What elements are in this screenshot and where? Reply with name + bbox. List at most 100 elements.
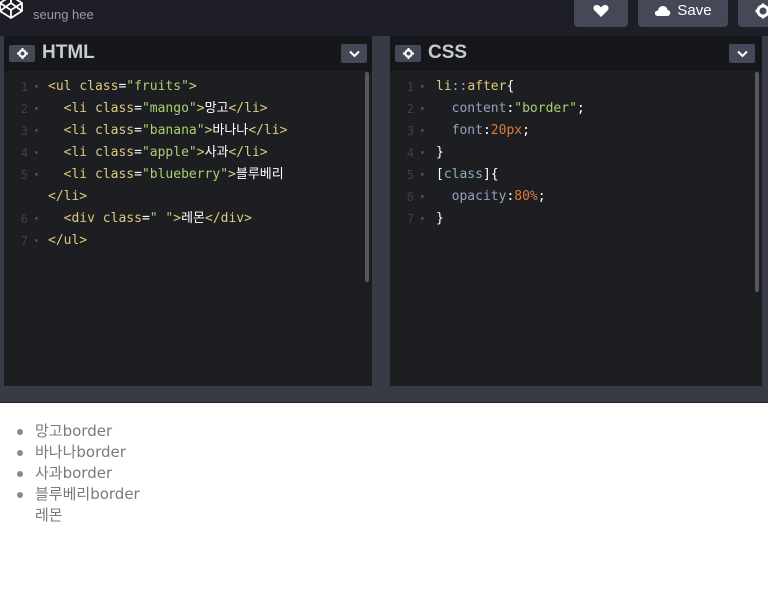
css-panel-title: CSS [428,42,468,63]
code-token: class [79,79,119,94]
line-number: 1 [406,80,414,94]
code-token: class [94,101,135,116]
code-line[interactable]: 3 ▾ font:20px; [390,120,762,142]
code-token: <div [63,211,103,226]
fold-arrow-icon[interactable]: ▾ [420,142,425,164]
code-token: "apple" [141,145,197,160]
code-token: > [196,145,205,160]
code-token: = [134,101,142,116]
code-line[interactable]: 7 ▾ </ul> [4,230,372,252]
code-token: "blueberry" [141,167,229,182]
chevron-down-icon [736,50,748,57]
code-token: 80% [514,189,538,204]
code-line[interactable]: 6 ▾ <div class=" ">레몬</div> [4,208,372,230]
code-token: = [134,145,142,160]
line-number: 5 [20,168,28,182]
html-panel-menu-button[interactable] [341,44,367,63]
code-token: <li [63,123,95,138]
code-token: </li> [248,123,288,138]
code-text: </li> [48,186,87,208]
fold-arrow-icon[interactable]: ▾ [34,142,39,164]
code-line[interactable]: 6 ▾ opacity:80%; [390,186,762,208]
save-button[interactable]: Save [638,0,728,27]
code-token: class [94,123,135,138]
fold-arrow-icon[interactable]: ▾ [420,98,425,120]
fold-arrow-icon[interactable]: ▾ [34,98,39,120]
code-line[interactable]: 1 ▾ <ul class="fruits"> [4,76,372,98]
fold-arrow-icon[interactable]: ▾ [34,208,39,230]
bullet-icon [17,429,23,435]
code-text: } [436,142,444,164]
css-editor-panel[interactable]: CSS 1 ▾ li::after{2 ▾ content:"border"; 3 ▾ f… [390,36,762,386]
code-line[interactable]: 2 ▾ content:"border"; [390,98,762,120]
code-token: 블루베리 [235,167,284,182]
code-line[interactable]: 5 ▾ <li class="blueberry">블루베리 [4,164,372,186]
gear-icon [755,3,768,18]
bullet-icon [17,492,23,498]
code-text: <li class="blueberry">블루베리 [48,164,284,186]
line-number: 6 [20,212,28,226]
code-token: : [482,123,491,138]
author-name[interactable]: seung hee [33,7,94,22]
code-line[interactable]: 4 ▾} [390,142,762,164]
fold-arrow-icon[interactable]: ▾ [420,120,425,142]
code-line[interactable]: 7 ▾} [390,208,762,230]
code-token: font [451,123,483,138]
code-token: </ul> [48,233,88,248]
code-line[interactable]: 2 ▾ <li class="mango">망고</li> [4,98,372,120]
result-resize-handle[interactable] [0,386,768,403]
html-editor-scrollbar[interactable] [365,72,369,282]
code-token: > [188,79,197,94]
fold-arrow-icon[interactable]: ▾ [420,186,425,208]
fold-arrow-icon[interactable]: ▾ [34,164,39,186]
fold-arrow-icon[interactable]: ▾ [34,120,39,142]
fold-arrow-icon[interactable]: ▾ [420,76,425,98]
fold-arrow-icon[interactable]: ▾ [420,208,425,230]
code-line[interactable]: 1 ▾ li::after{ [390,76,762,98]
settings-button[interactable] [738,0,768,27]
code-token: </div> [205,211,252,226]
html-code-editor[interactable]: 1 ▾ <ul class="fruits"> 2 ▾ <li class="mango… [4,76,372,252]
code-line[interactable]: </li> [4,186,372,208]
css-settings-button[interactable] [395,45,421,62]
code-token: } [436,145,444,160]
fold-arrow-icon[interactable]: ▾ [34,76,39,98]
code-token: class [443,167,483,182]
code-token: 망고 [204,101,229,116]
code-token: "fruits" [126,79,189,94]
css-code-editor[interactable]: 1 ▾ li::after{2 ▾ content:"border"; 3 ▾ font:… [390,76,762,230]
fruits-list: 망고border 바나나border 사과border 블루베리border 레… [17,421,140,526]
code-text: content:"border"; [436,98,585,120]
code-text: li::after{ [436,76,514,98]
like-button[interactable] [574,0,628,27]
code-token: ]{ [482,167,499,182]
bullet-icon [17,471,23,477]
editor-area: HTML 1 ▾ <ul class="fruits"> 2 ▾ <li class="… [0,36,768,386]
css-panel-menu-button[interactable] [729,44,755,63]
list-item: 사과border [17,463,140,484]
line-number: 7 [406,212,414,226]
code-line[interactable]: 3 ▾ <li class="banana">바나나</li> [4,120,372,142]
chevron-down-icon [348,50,360,57]
html-editor-panel[interactable]: HTML 1 ▾ <ul class="fruits"> 2 ▾ <li class="… [4,36,372,386]
code-text: } [436,208,444,230]
fold-arrow-icon[interactable]: ▾ [34,230,39,252]
html-settings-button[interactable] [9,45,35,62]
top-header: seung hee Save [0,0,768,36]
css-editor-scrollbar[interactable] [755,72,759,292]
code-token: <li [63,145,95,160]
gear-icon [402,48,414,59]
code-token: </li> [228,101,268,116]
codepen-cube-icon[interactable] [0,0,24,20]
code-text: <li class="mango">망고</li> [48,98,268,120]
code-line[interactable]: 5 ▾ [class]{ [390,164,762,186]
code-token: class [102,211,142,226]
code-token: > [196,101,205,116]
code-token: <ul [48,79,80,94]
fold-arrow-icon[interactable]: ▾ [420,164,425,186]
code-line[interactable]: 4 ▾ <li class="apple">사과</li> [4,142,372,164]
